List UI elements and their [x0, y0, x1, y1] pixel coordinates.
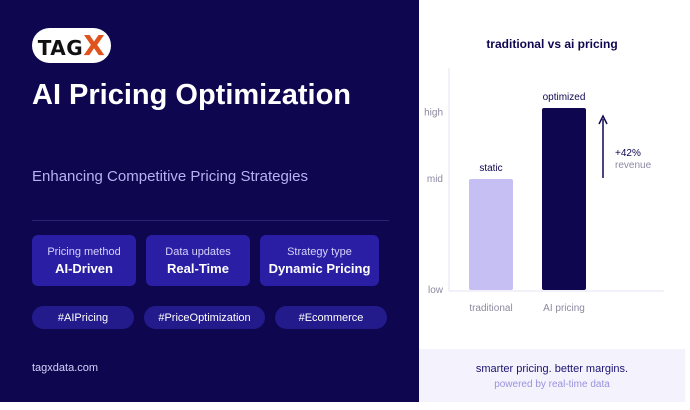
stat-value: Dynamic Pricing: [268, 261, 371, 276]
tag-aipricing[interactable]: #AIPricing: [32, 306, 134, 329]
stat-label: Pricing method: [47, 246, 121, 258]
powered-by-note: powered by real-time data: [494, 379, 610, 390]
bar-label-1: optimized: [543, 92, 586, 103]
stat-value: Real-Time: [167, 261, 229, 276]
stat-value: AI-Driven: [55, 261, 113, 276]
y-tick-label-0: low: [428, 285, 444, 296]
x-tick-label-0: traditional: [469, 303, 512, 314]
bar-1: [542, 107, 586, 291]
chart-footer: smarter pricing. better margins. powered…: [419, 349, 685, 402]
logo-x-mark: X: [83, 29, 106, 62]
uplift-caption: revenue: [615, 160, 652, 171]
stat-card-pricing-method: Pricing method AI-Driven: [32, 235, 136, 286]
hero-panel: TAGX AI Pricing Optimization Enhancing C…: [0, 0, 419, 402]
page-title: AI Pricing Optimization: [32, 79, 352, 111]
chart-panel: traditional vs ai pricing low mid high stat…: [419, 0, 685, 402]
comparison-chart: traditional vs ai pricing low mid high stat…: [424, 37, 664, 314]
stat-card-data-updates: Data updates Real-Time: [146, 235, 250, 286]
tagline: smarter pricing. better margins.: [475, 363, 629, 375]
brand-logo[interactable]: TAGX: [32, 28, 111, 63]
logo-wordmark: TAGX: [37, 29, 106, 62]
uplift-value: +42%: [615, 148, 641, 159]
stat-label: Strategy type: [287, 246, 352, 258]
bar-0: [469, 179, 513, 290]
stat-label: Data updates: [165, 246, 231, 258]
tag-priceoptimization[interactable]: #PriceOptimization: [144, 306, 265, 329]
chart-title: traditional vs ai pricing: [486, 37, 617, 51]
y-tick-label-1: mid: [427, 174, 443, 185]
bar-label-0: static: [479, 163, 502, 174]
tag-ecommerce[interactable]: #Ecommerce: [275, 306, 387, 329]
y-tick-label-2: high: [424, 107, 443, 118]
x-tick-label-1: AI pricing: [543, 303, 585, 314]
page-subtitle: Enhancing Competitive Pricing Strategies: [32, 168, 308, 185]
stat-card-strategy-type: Strategy type Dynamic Pricing: [260, 235, 379, 286]
website-link[interactable]: tagxdata.com: [32, 362, 98, 374]
divider: [32, 220, 389, 221]
